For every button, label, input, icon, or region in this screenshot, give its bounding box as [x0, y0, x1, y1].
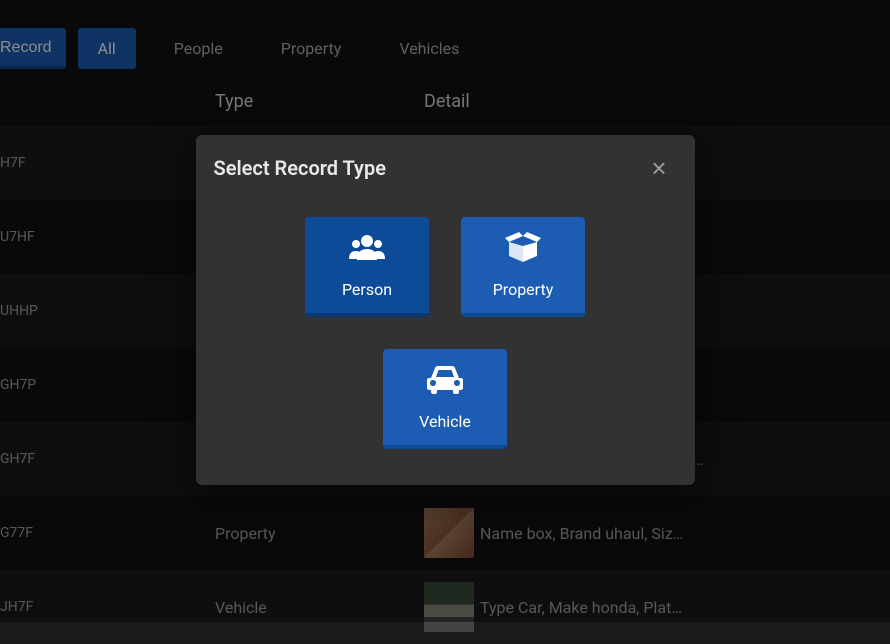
type-card-label: Person — [342, 280, 392, 299]
modal-body: Person Property — [196, 199, 695, 485]
modal-header: Select Record Type × — [196, 135, 695, 199]
type-card-label: Vehicle — [419, 412, 471, 431]
users-icon — [347, 232, 387, 266]
modal-title: Select Record Type — [214, 156, 387, 180]
box-open-icon — [503, 232, 543, 266]
car-icon — [425, 364, 465, 398]
close-icon: × — [651, 153, 666, 183]
vehicle-type-card[interactable]: Vehicle — [383, 349, 507, 449]
person-type-card[interactable]: Person — [305, 217, 429, 317]
type-card-label: Property — [493, 280, 554, 299]
modal-backdrop[interactable]: Select Record Type × Person — [0, 0, 890, 622]
select-record-type-modal: Select Record Type × Person — [196, 135, 695, 485]
property-type-card[interactable]: Property — [461, 217, 585, 317]
close-button[interactable]: × — [647, 155, 670, 181]
